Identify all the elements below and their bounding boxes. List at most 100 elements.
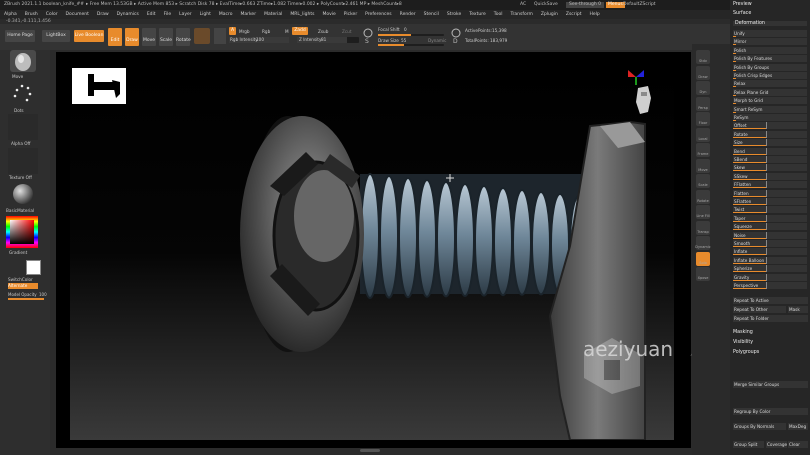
menu-zscript[interactable]: Zscript	[566, 10, 582, 19]
regroup-by-color-button[interactable]: Regroup By Color	[733, 408, 808, 415]
menu-color[interactable]: Color	[46, 10, 58, 19]
menu-render[interactable]: Render	[400, 10, 416, 19]
thread-ring	[512, 188, 532, 296]
menu-dynamics[interactable]: Dynamics	[117, 10, 139, 19]
brush-thumbnail[interactable]	[10, 50, 36, 72]
menu-light[interactable]: Light	[200, 10, 211, 19]
zcut-button[interactable]: Zcut	[342, 29, 351, 34]
group-split-button[interactable]: Group Split	[733, 441, 764, 448]
bottom-tray-handle[interactable]	[360, 449, 380, 452]
mask-button[interactable]: Mask	[788, 306, 808, 313]
alpha-thumbnail[interactable]	[8, 114, 38, 140]
deform-smooth-label: Smooth	[734, 241, 751, 246]
menu-edit[interactable]: Edit	[147, 10, 156, 19]
deform-size-label: Size	[734, 140, 743, 146]
visibility-header[interactable]: Visibility	[733, 340, 753, 345]
rgb-button[interactable]: Rgb	[262, 29, 270, 34]
groups-by-normals-button[interactable]: Groups By Normals	[733, 423, 786, 430]
color-picker-swatch[interactable]	[214, 28, 226, 44]
ac-button[interactable]: AC	[520, 0, 526, 10]
menu-material[interactable]: Material	[264, 10, 282, 19]
menu-preferences[interactable]: Preferences	[365, 10, 391, 19]
focal-shift-slider[interactable]	[378, 34, 444, 36]
material-thumbnail[interactable]	[10, 182, 36, 206]
menu-texture[interactable]: Texture	[469, 10, 485, 19]
menu-stroke[interactable]: Stroke	[447, 10, 461, 19]
see-through-slider[interactable]: See-through 0	[566, 2, 604, 8]
menu-tool[interactable]: Tool	[494, 10, 503, 19]
default-zscript-button[interactable]: DefaultZScript	[623, 0, 656, 10]
draw-size-slider[interactable]	[378, 44, 444, 46]
zadd-button[interactable]: Zadd	[292, 27, 308, 35]
repeat-to-active-button[interactable]: Repeat To Active	[733, 297, 808, 304]
m-button[interactable]: M	[285, 29, 289, 34]
menu-draw[interactable]: Draw	[97, 10, 109, 19]
menu-document[interactable]: Document	[66, 10, 89, 19]
menu-layer[interactable]: Layer	[179, 10, 192, 19]
navigation-thumbnail[interactable]	[72, 68, 126, 104]
repeat-to-folder-button[interactable]: Repeat To Folder	[733, 315, 808, 322]
tray-transp-label: Transp	[697, 229, 709, 234]
menu-transform[interactable]: Transform	[510, 10, 532, 19]
menu-brush[interactable]: Brush	[25, 10, 38, 19]
svg-text:S: S	[365, 38, 369, 45]
document-canvas[interactable]	[70, 66, 674, 440]
texture-thumbnail[interactable]	[8, 148, 38, 174]
menu-help[interactable]: Help	[590, 10, 600, 19]
merge-similar-groups-button[interactable]: Merge Similar Groups	[733, 381, 808, 388]
quicksave-button[interactable]: QuickSave	[534, 0, 558, 10]
menu-mrl-lights[interactable]: MRL_lights	[290, 10, 314, 19]
clear-button[interactable]: Clear	[788, 441, 808, 448]
model-opacity-slider[interactable]	[8, 298, 44, 300]
lightbox-button[interactable]: LightBox	[42, 30, 70, 42]
coverage-slider[interactable]: Coverage	[766, 441, 787, 448]
app-title: ZBrush 2021.1.1 boolean_knife_##	[4, 2, 85, 7]
menu-marker[interactable]: Marker	[241, 10, 257, 19]
mrgb-button[interactable]: Mrgb	[239, 29, 250, 34]
alpha-label: Alpha Off	[11, 141, 31, 146]
deform-inflate-label: Inflate	[734, 249, 748, 255]
dynamic-button[interactable]: Dynamic	[428, 38, 446, 43]
repeat-to-other-button[interactable]: Repeat To Other	[733, 306, 786, 313]
draw-button[interactable]: Draw	[125, 28, 139, 46]
menu-alpha[interactable]: Alpha	[4, 10, 17, 19]
orientation-head-icon[interactable]	[632, 84, 654, 118]
deform-smart-resym-label: Smart ReSym	[734, 106, 763, 112]
live-boolean-button[interactable]: Live Boolean	[74, 30, 104, 42]
menu-movie[interactable]: Movie	[322, 10, 335, 19]
a-button[interactable]: A	[229, 27, 236, 35]
switch-color-button[interactable]: SwitchColor	[8, 277, 33, 282]
preview-header[interactable]: Preview	[733, 2, 752, 7]
menu-zplugin[interactable]: Zplugin	[541, 10, 558, 19]
alternate-button[interactable]: Alternate	[8, 283, 38, 289]
edit-button[interactable]: Edit	[108, 28, 122, 46]
thread-ring	[474, 185, 494, 297]
rotate-label: Rotate	[176, 38, 191, 43]
color-picker[interactable]	[6, 216, 38, 248]
tray-xpose-label: Xpose	[697, 276, 709, 280]
stroke-dots-icon[interactable]	[10, 82, 36, 106]
masking-header[interactable]: Masking	[733, 330, 753, 335]
maxdeg-slider[interactable]: MaxDeg	[788, 423, 808, 430]
main-color-swatch[interactable]	[26, 260, 41, 275]
z-intensity-label: Z Intensity	[299, 37, 322, 42]
move-button[interactable]: Move	[142, 28, 156, 46]
deformation-header[interactable]: Deformation	[733, 21, 807, 26]
zsub-button[interactable]: Zsub	[318, 29, 328, 34]
scale-button[interactable]: Scale	[159, 28, 173, 46]
menu-picker[interactable]: Picker	[344, 10, 357, 19]
draw-size-value: 55	[401, 38, 407, 43]
surface-header[interactable]: Surface	[733, 11, 751, 16]
menus-button[interactable]: Menus	[606, 2, 625, 8]
thread-ring	[398, 177, 418, 299]
menu-file[interactable]: File	[164, 10, 172, 19]
total-points-value: 183,979	[490, 38, 508, 43]
menu-stencil[interactable]: Stencil	[424, 10, 439, 19]
tool-panel: Preview Surface Deformation Unify Mirror P…	[730, 0, 810, 455]
deform-mirror-label: Mirror	[734, 39, 747, 45]
polygroups-header[interactable]: Polygroups	[733, 350, 759, 355]
rotate-button[interactable]: Rotate	[176, 28, 191, 46]
menu-macro[interactable]: Macro	[219, 10, 233, 19]
material-swatch[interactable]	[194, 28, 210, 44]
home-page-button[interactable]: Home Page	[5, 30, 35, 42]
